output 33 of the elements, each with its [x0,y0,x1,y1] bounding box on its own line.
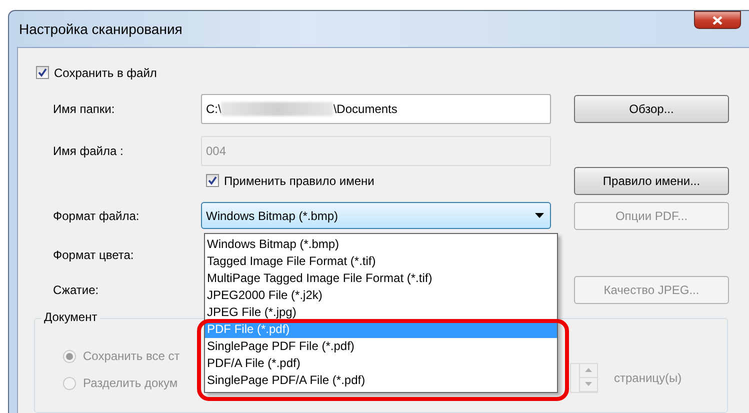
group-title: Документ [41,310,100,324]
path-end: \Documents [333,102,398,116]
close-button[interactable] [694,11,741,29]
checkbox[interactable] [36,66,49,80]
browse-button[interactable]: Обзор... [574,94,729,123]
radio-label: Разделить докум [83,376,178,390]
file-format-option[interactable]: MultiPage Tagged Image File Format (*.tif) [205,270,557,287]
file-name-label: Имя файла : [52,144,124,158]
save-to-file-label: Сохранить в файл [54,66,157,80]
file-format-option[interactable]: Tagged Image File Format (*.tif) [205,253,557,270]
apply-name-rule-label: Применить правило имени [224,174,374,188]
file-format-dropdown[interactable]: Windows Bitmap (*.bmp) [201,202,551,230]
file-format-option[interactable]: SinglePage PDF/A File (*.pdf) [205,372,557,389]
radio-label: Сохранить все ст [83,349,180,364]
compression-label: Сжатие: [52,282,100,297]
pages-unit-label: страницу(ы) [614,370,682,385]
file-format-option[interactable]: SinglePage PDF File (*.pdf) [205,338,557,355]
file-format-option[interactable]: Windows Bitmap (*.bmp) [205,236,557,253]
file-format-option[interactable]: PDF/A File (*.pdf) [205,355,557,372]
file-format-option[interactable]: JPEG2000 File (*.j2k) [205,287,557,304]
checkbox[interactable] [206,174,219,188]
folder-label: Имя папки: [52,102,116,116]
folder-field[interactable]: C:\ \Documents [201,94,551,124]
window-title: Настройка сканирования [18,21,182,37]
up-arrow-icon [585,368,592,372]
file-format-option[interactable]: JPEG File (*.jpg) [205,304,557,321]
path-start: C:\ [206,102,222,116]
name-rule-button[interactable]: Правило имени... [574,166,729,195]
caret-icon [535,213,544,218]
close-icon [712,16,723,24]
down-arrow-icon [585,382,592,386]
file-format-label: Формат файла: [52,208,140,223]
color-format-label: Формат цвета: [52,248,135,262]
